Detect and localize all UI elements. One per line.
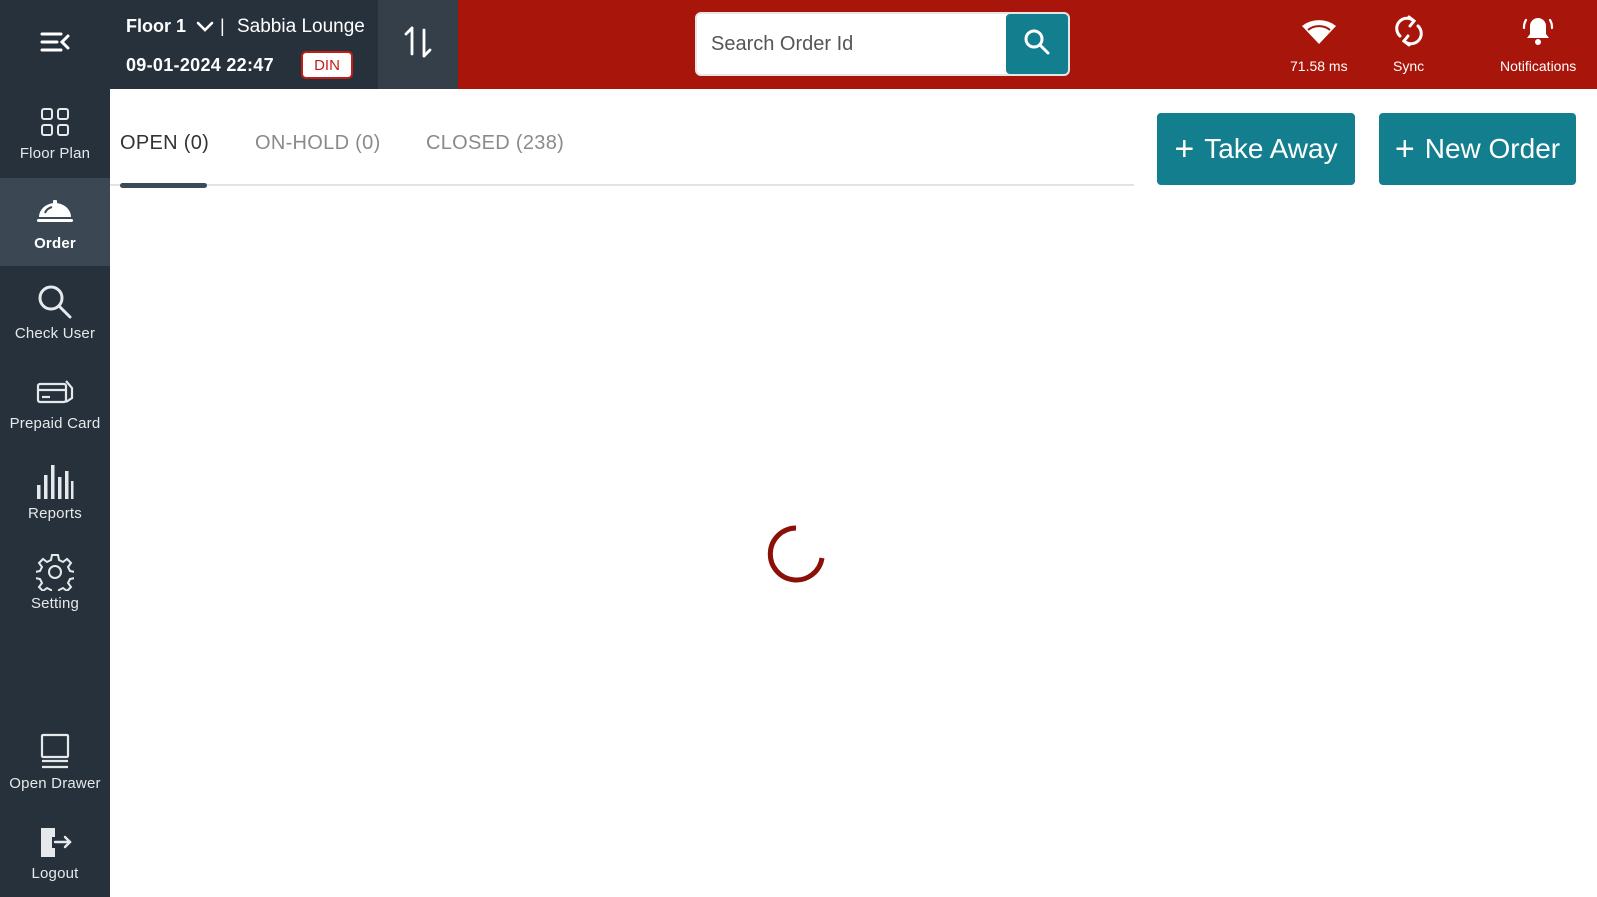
logout-icon: [35, 823, 75, 861]
current-datetime: 09-01-2024 22:47: [126, 55, 274, 75]
sidebar-item-label: Setting: [30, 594, 80, 612]
order-mode-badge[interactable]: DIN: [301, 51, 353, 79]
gear-icon: [35, 553, 75, 591]
sidebar: Floor Plan Order Check User Prepaid Card…: [0, 0, 110, 897]
cloche-icon: [35, 193, 75, 231]
floor-label: Floor 1: [126, 16, 187, 36]
sidebar-item-check-user[interactable]: Check User: [0, 268, 110, 356]
network-status[interactable]: 71.58 ms: [1290, 10, 1348, 74]
plus-icon: +: [1174, 129, 1195, 168]
tab-closed[interactable]: CLOSED (238): [426, 132, 564, 155]
menu-toggle-button[interactable]: [0, 0, 110, 88]
order-status-tabs: OPEN (0) ON-HOLD (0) CLOSED (238): [110, 118, 1134, 188]
sync-icon: [1394, 10, 1424, 52]
floor-selector[interactable]: Floor 1: [126, 16, 214, 37]
separator: |: [220, 16, 225, 36]
sidebar-item-order[interactable]: Order: [0, 178, 110, 266]
sidebar-item-logout[interactable]: Logout: [0, 808, 110, 896]
menu-collapse-icon: [39, 30, 71, 59]
top-bar: Floor 1 | Sabbia Lounge 09-01-2024 22:47…: [110, 0, 1597, 89]
location-panel: Floor 1 | Sabbia Lounge 09-01-2024 22:47…: [110, 0, 378, 89]
chevron-down-icon: [196, 21, 214, 33]
sidebar-item-prepaid-card[interactable]: Prepaid Card: [0, 358, 110, 446]
order-search: [695, 12, 1070, 76]
outlet-name: Sabbia Lounge: [237, 16, 365, 37]
sidebar-item-setting[interactable]: Setting: [0, 538, 110, 626]
grid-icon: [35, 103, 75, 141]
sync-button[interactable]: Sync: [1393, 10, 1424, 74]
search-icon: [1023, 28, 1051, 61]
take-away-button[interactable]: + Take Away: [1157, 113, 1355, 185]
tab-on-hold[interactable]: ON-HOLD (0): [255, 132, 381, 155]
cash-drawer-icon: [35, 733, 75, 771]
search-input[interactable]: [711, 24, 991, 64]
bar-chart-icon: [35, 463, 75, 501]
plus-icon: +: [1394, 129, 1415, 168]
card-icon: [35, 373, 75, 411]
sidebar-item-label: Order: [34, 234, 76, 252]
sidebar-item-floor-plan[interactable]: Floor Plan: [0, 88, 110, 176]
sidebar-item-label: Logout: [31, 864, 79, 882]
active-tab-indicator: [120, 183, 207, 188]
sidebar-item-label: Check User: [14, 324, 96, 342]
sidebar-item-label: Floor Plan: [19, 144, 91, 162]
bell-icon: [1521, 10, 1555, 52]
switch-outlet-button[interactable]: [378, 0, 458, 89]
loading-spinner-icon: [766, 524, 826, 584]
swap-arrows-icon: [403, 24, 433, 65]
sidebar-item-label: Open Drawer: [9, 774, 101, 792]
search-button[interactable]: [1006, 14, 1068, 74]
sync-label: Sync: [1393, 58, 1425, 74]
notifications-label: Notifications: [1500, 58, 1577, 74]
latency-label: 71.58 ms: [1290, 58, 1348, 74]
notifications-button[interactable]: Notifications: [1500, 10, 1576, 74]
tab-open[interactable]: OPEN (0): [120, 132, 209, 155]
wifi-icon: [1300, 10, 1338, 52]
new-order-label: New Order: [1424, 133, 1561, 164]
sidebar-item-label: Prepaid Card: [9, 414, 101, 432]
new-order-button[interactable]: + New Order: [1379, 113, 1576, 185]
sidebar-item-open-drawer[interactable]: Open Drawer: [0, 718, 110, 806]
sidebar-item-label: Reports: [28, 504, 82, 522]
search-icon: [35, 283, 75, 321]
sidebar-item-reports[interactable]: Reports: [0, 448, 110, 536]
take-away-label: Take Away: [1204, 133, 1338, 164]
